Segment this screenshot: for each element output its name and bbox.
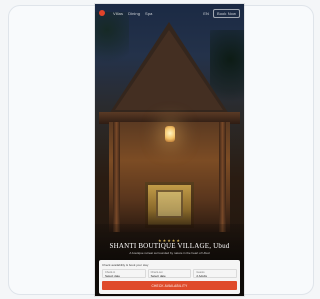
website-preview: Villas Dining Spa EN Book Now ★★★★★ SHAN… [95, 4, 244, 296]
field-value: Select date [150, 274, 166, 278]
guests-field[interactable]: Guests 2 Adults [193, 269, 238, 278]
field-value: 2 Adults [196, 274, 208, 278]
villa-pillar-left [113, 122, 120, 232]
nav-links: Villas Dining Spa [113, 11, 203, 16]
booking-fields: Check-in Select date Check-out Select da… [102, 269, 238, 278]
booking-heading: Check availability & book your stay [102, 263, 149, 267]
nav-link[interactable]: Spa [145, 11, 152, 16]
checkin-field[interactable]: Check-in Select date [102, 269, 146, 278]
language-selector[interactable]: EN [203, 11, 209, 16]
booking-panel: Check availability & book your stay Chec… [99, 260, 240, 294]
villa-roof [109, 22, 229, 114]
hero-title: SHANTI BOUTIQUE VILLAGE, Ubud [109, 242, 230, 250]
checkout-field[interactable]: Check-out Select date [147, 269, 192, 278]
book-now-button[interactable]: Book Now [212, 8, 240, 18]
top-navigation: Villas Dining Spa EN Book Now [95, 4, 244, 22]
resort-logo-icon[interactable] [99, 10, 105, 16]
top-actions: EN Book Now [203, 8, 240, 18]
villa-doorway [145, 182, 194, 228]
hanging-lamp [165, 126, 175, 142]
nav-link[interactable]: Villas [113, 11, 123, 16]
villa-pillar-right [219, 122, 226, 232]
field-value: Select date [105, 274, 121, 278]
check-availability-button[interactable]: CHECK AVAILABILITY [102, 281, 237, 290]
hero-subtitle: A boutique retreat surrounded by nature … [129, 251, 210, 255]
nav-link[interactable]: Dining [128, 11, 140, 16]
